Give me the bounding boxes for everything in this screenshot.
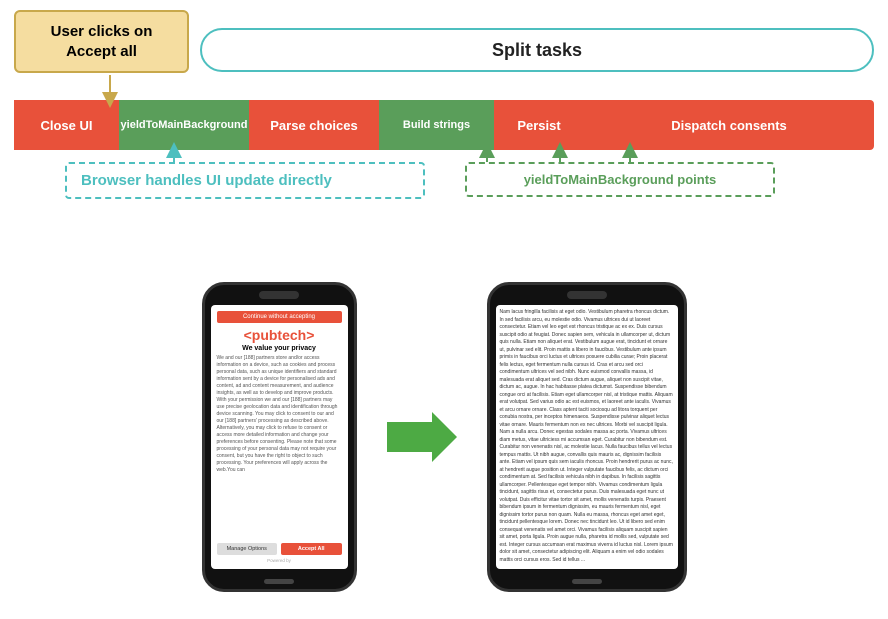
close-ui-label: Close UI xyxy=(14,118,119,133)
yield-points-label: yieldToMainBackground points xyxy=(524,172,717,187)
split-tasks-pill: Split tasks xyxy=(200,28,874,72)
user-clicks-box: User clicks on Accept all xyxy=(14,10,189,73)
pipeline-segment-yield1: yieldToMainBackground xyxy=(119,100,249,150)
pipeline-segment-build: Build strings xyxy=(379,100,494,150)
split-tasks-label: Split tasks xyxy=(492,40,582,61)
manage-options-button[interactable]: Manage Options xyxy=(217,543,278,555)
phone-screen-cmp: Continue without accepting <pubtech> We … xyxy=(211,305,348,569)
cmp-logo: <pubtech> xyxy=(217,327,342,343)
yield-points-box: yieldToMainBackground points xyxy=(465,162,775,197)
phone-notch xyxy=(259,291,299,299)
diagram-section: User clicks on Accept all Split tasks Cl… xyxy=(0,0,888,260)
browser-handles-label: Browser handles UI update directly xyxy=(81,172,332,189)
pipeline-segment-parse: Parse choices xyxy=(249,100,379,150)
transition-arrow xyxy=(387,412,457,462)
yield1-label: yieldToMainBackground xyxy=(119,119,249,131)
phone-cmp: Continue without accepting <pubtech> We … xyxy=(202,282,357,592)
accept-all-button[interactable]: Accept All xyxy=(281,543,342,555)
build-label: Build strings xyxy=(379,119,494,131)
phone-home-button-2 xyxy=(572,579,602,584)
cmp-top-bar: Continue without accepting xyxy=(217,311,342,323)
phone-home-button xyxy=(264,579,294,584)
cmp-body-text: We and our [188] partners store and/or a… xyxy=(217,355,342,474)
browser-handles-box: Browser handles UI update directly xyxy=(65,162,425,199)
phone-article: Nam lacus fringilla facilisis at eget od… xyxy=(487,282,687,592)
pipeline-segment-dispatch: Dispatch consents xyxy=(584,100,874,150)
bottom-section: Continue without accepting <pubtech> We … xyxy=(0,255,888,619)
cmp-footer: Powered by xyxy=(217,558,342,563)
phone-screen-article: Nam lacus fringilla facilisis at eget od… xyxy=(496,305,678,569)
user-clicks-label: User clicks on Accept all xyxy=(51,23,153,60)
cmp-title: We value your privacy xyxy=(217,345,342,352)
phone-notch-2 xyxy=(567,291,607,299)
persist-label: Persist xyxy=(494,118,584,133)
article-body: Nam lacus fringilla facilisis at eget od… xyxy=(496,305,678,569)
pipeline-segment-close-ui: Close UI xyxy=(14,100,119,150)
arrow-right-icon xyxy=(387,412,457,462)
dispatch-label: Dispatch consents xyxy=(584,118,874,133)
pipeline-segment-persist: Persist xyxy=(494,100,584,150)
cmp-buttons: Manage Options Accept All xyxy=(217,543,342,555)
cmp-dialog: Continue without accepting <pubtech> We … xyxy=(211,305,348,569)
parse-label: Parse choices xyxy=(249,118,379,133)
